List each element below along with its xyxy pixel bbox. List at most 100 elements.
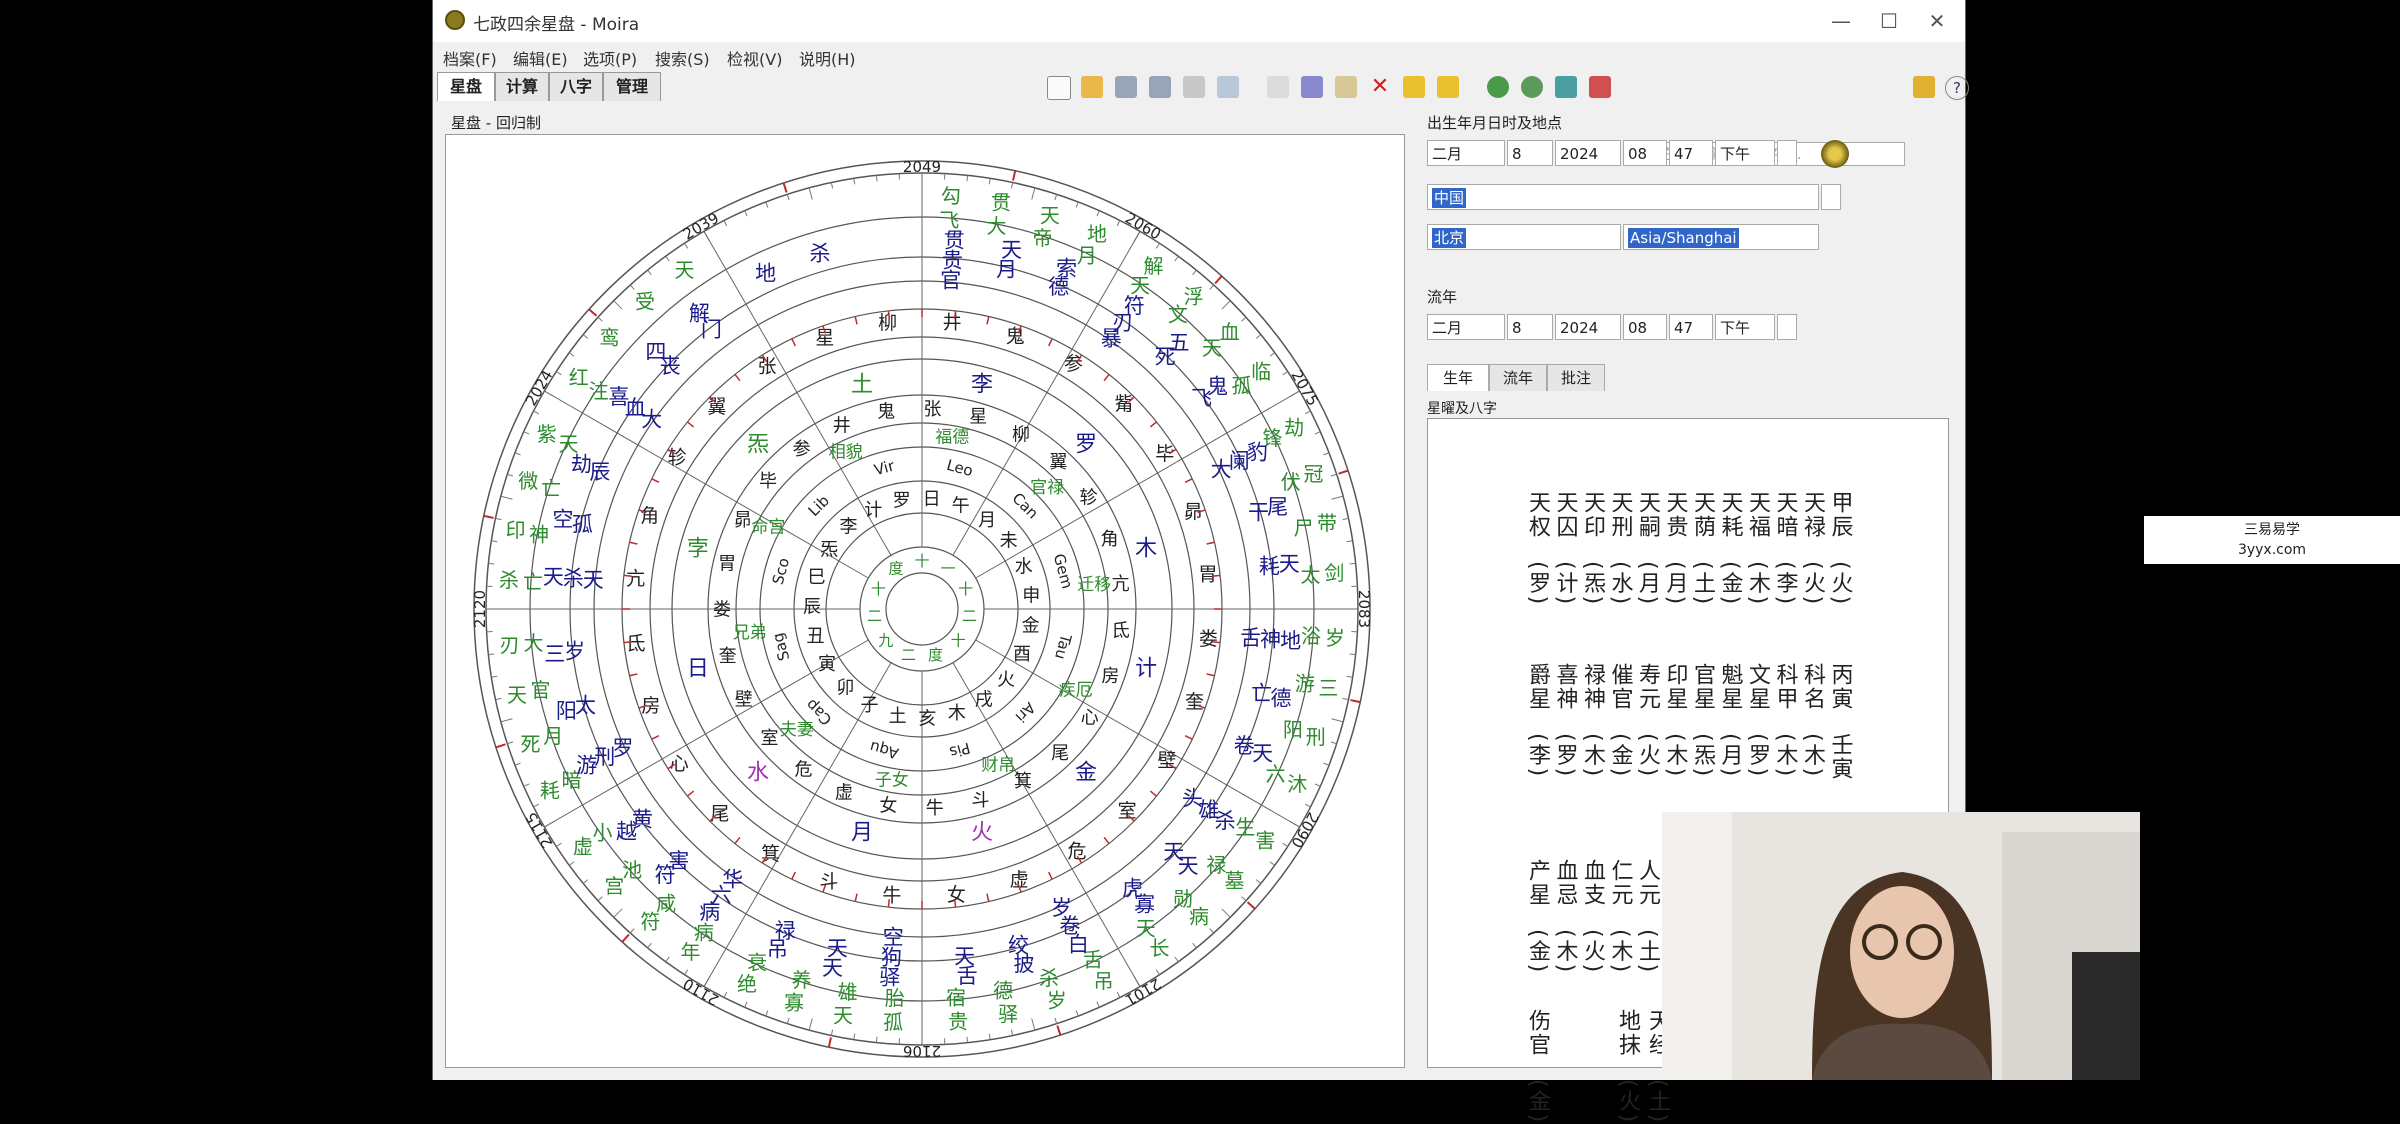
minimize-button[interactable]: — [1821,6,1861,36]
tab-natal[interactable]: 生年 [1427,364,1489,391]
compute-chart-icon[interactable] [1821,140,1849,168]
cut-icon[interactable] [1301,76,1323,98]
red-marker [622,934,629,941]
menu-options[interactable]: 选项(P) [583,46,637,70]
tab-flow-year[interactable]: 流年 [1489,364,1547,391]
delete-icon[interactable]: ✕ [1369,76,1391,98]
copy-icon[interactable] [1267,76,1289,98]
star-info-sub: (炁) [1689,733,1716,778]
mansion-tick [652,479,659,482]
planet-0: 李 [971,372,993,397]
tick [1323,453,1329,455]
outer-star-green: 贯 [991,191,1011,215]
tab-chart[interactable]: 星盘 [437,72,495,101]
flow-minute-select[interactable]: 47 [1669,314,1713,340]
watermark: 三易易学 3yyx.com [2144,516,2400,564]
maximize-button[interactable]: ☐ [1869,6,1909,36]
star-info-sub: (罗) [1524,561,1551,606]
outer-star-green: 亡 [523,570,543,594]
flow-hour-select[interactable]: 08 [1623,314,1667,340]
chart-settings-icon[interactable] [1589,76,1611,98]
globe-refresh-icon[interactable] [1521,76,1543,98]
menu-view[interactable]: 检视(V) [727,46,782,70]
outer-star-green: 神 [529,523,549,547]
outer-star-blue: 卷 [1234,734,1255,758]
redo-icon[interactable] [1437,76,1459,98]
centre-count: 二 [867,607,882,625]
star-info-sub: (土) [1634,929,1661,974]
birth-month-select[interactable]: 二月 [1427,140,1505,166]
tab-manage[interactable]: 管理 [603,72,661,101]
outer-star-green: 宿 [946,986,966,1010]
palace-label: 夫妻 [780,720,814,740]
timezone-select[interactable]: Asia/Shanghai [1623,224,1819,250]
menu-search[interactable]: 搜索(S) [655,46,710,70]
search-go-icon[interactable] [1913,76,1935,98]
mansion-label: 室 [1118,800,1137,822]
star-info-sub: (罗) [1744,733,1771,778]
outer-star-blue: 尾 [1267,495,1288,519]
degree-mansion: 张 [923,399,941,420]
degree-mansion: 室 [761,728,779,749]
red-marker [589,309,596,316]
menu-file[interactable]: 档案(F) [443,46,497,70]
tab-bazi[interactable]: 八字 [549,72,603,101]
flow-ampm-select[interactable]: 下午 [1715,314,1775,340]
save-as-icon[interactable] [1149,76,1171,98]
outer-star-blue: 地 [755,262,776,286]
star-info-item: 血忌 [1552,859,1579,907]
birth-ampm-select[interactable]: 下午 [1715,140,1775,166]
tick [1193,270,1197,275]
year-label: 2106 [903,1042,941,1060]
grid-icon[interactable] [1555,76,1577,98]
birth-hour-select[interactable]: 08 [1623,140,1667,166]
birth-year-select[interactable]: 2024 [1555,140,1621,166]
palace-label: 相貌 [829,443,863,463]
help-icon[interactable]: ? [1945,76,1969,100]
flow-year-select[interactable]: 2024 [1555,314,1621,340]
birth-day-select[interactable]: 8 [1507,140,1553,166]
tick [1242,317,1246,321]
astrology-wheel[interactable]: 2049206020752083209021012106211021152120… [446,135,1404,1067]
close-button[interactable]: ✕ [1917,6,1957,36]
year-label: 2110 [680,974,722,1009]
flow-month-select[interactable]: 二月 [1427,314,1505,340]
city-select[interactable]: 北京 [1427,224,1621,250]
paste-icon[interactable] [1335,76,1357,98]
country-select[interactable]: 中国 [1427,184,1819,210]
tick [1076,1010,1078,1016]
tick [496,698,502,699]
degree-mansion: 参 [793,439,811,460]
inner-star: 金 [1022,616,1040,637]
undo-icon[interactable] [1403,76,1425,98]
flow-day-select[interactable]: 8 [1507,314,1553,340]
mansion-label: 觜 [1115,393,1134,415]
tick [1210,285,1214,289]
birth-time-spinner[interactable] [1777,140,1797,166]
open-folder-icon[interactable] [1081,76,1103,98]
outer-star-blue: 德 [1048,275,1069,299]
degree-mansion: 鬼 [877,402,895,423]
tab-notes[interactable]: 批注 [1547,364,1605,391]
menu-edit[interactable]: 编辑(E) [513,46,568,70]
tab-calc[interactable]: 计算 [495,72,549,101]
mansion-tick [1212,575,1220,576]
flow-time-spinner[interactable] [1777,314,1797,340]
globe-icon[interactable] [1487,76,1509,98]
location-spinner[interactable] [1821,184,1841,210]
outer-star-blue: 丧 [660,354,681,378]
inner-star: 木 [948,703,966,724]
degree-mansion: 虚 [835,783,853,804]
outer-star-green: 生 [1235,815,1255,839]
tick [1193,943,1197,948]
tick [989,1034,990,1040]
new-file-icon[interactable] [1047,76,1071,100]
planet-11: 土 [851,372,873,397]
palace-label: 财帛 [981,755,1015,775]
tick [809,1019,812,1031]
birth-minute-select[interactable]: 47 [1669,140,1713,166]
save-icon[interactable] [1115,76,1137,98]
print-preview-icon[interactable] [1217,76,1239,98]
print-icon[interactable] [1183,76,1205,98]
menu-help[interactable]: 说明(H) [799,46,856,70]
